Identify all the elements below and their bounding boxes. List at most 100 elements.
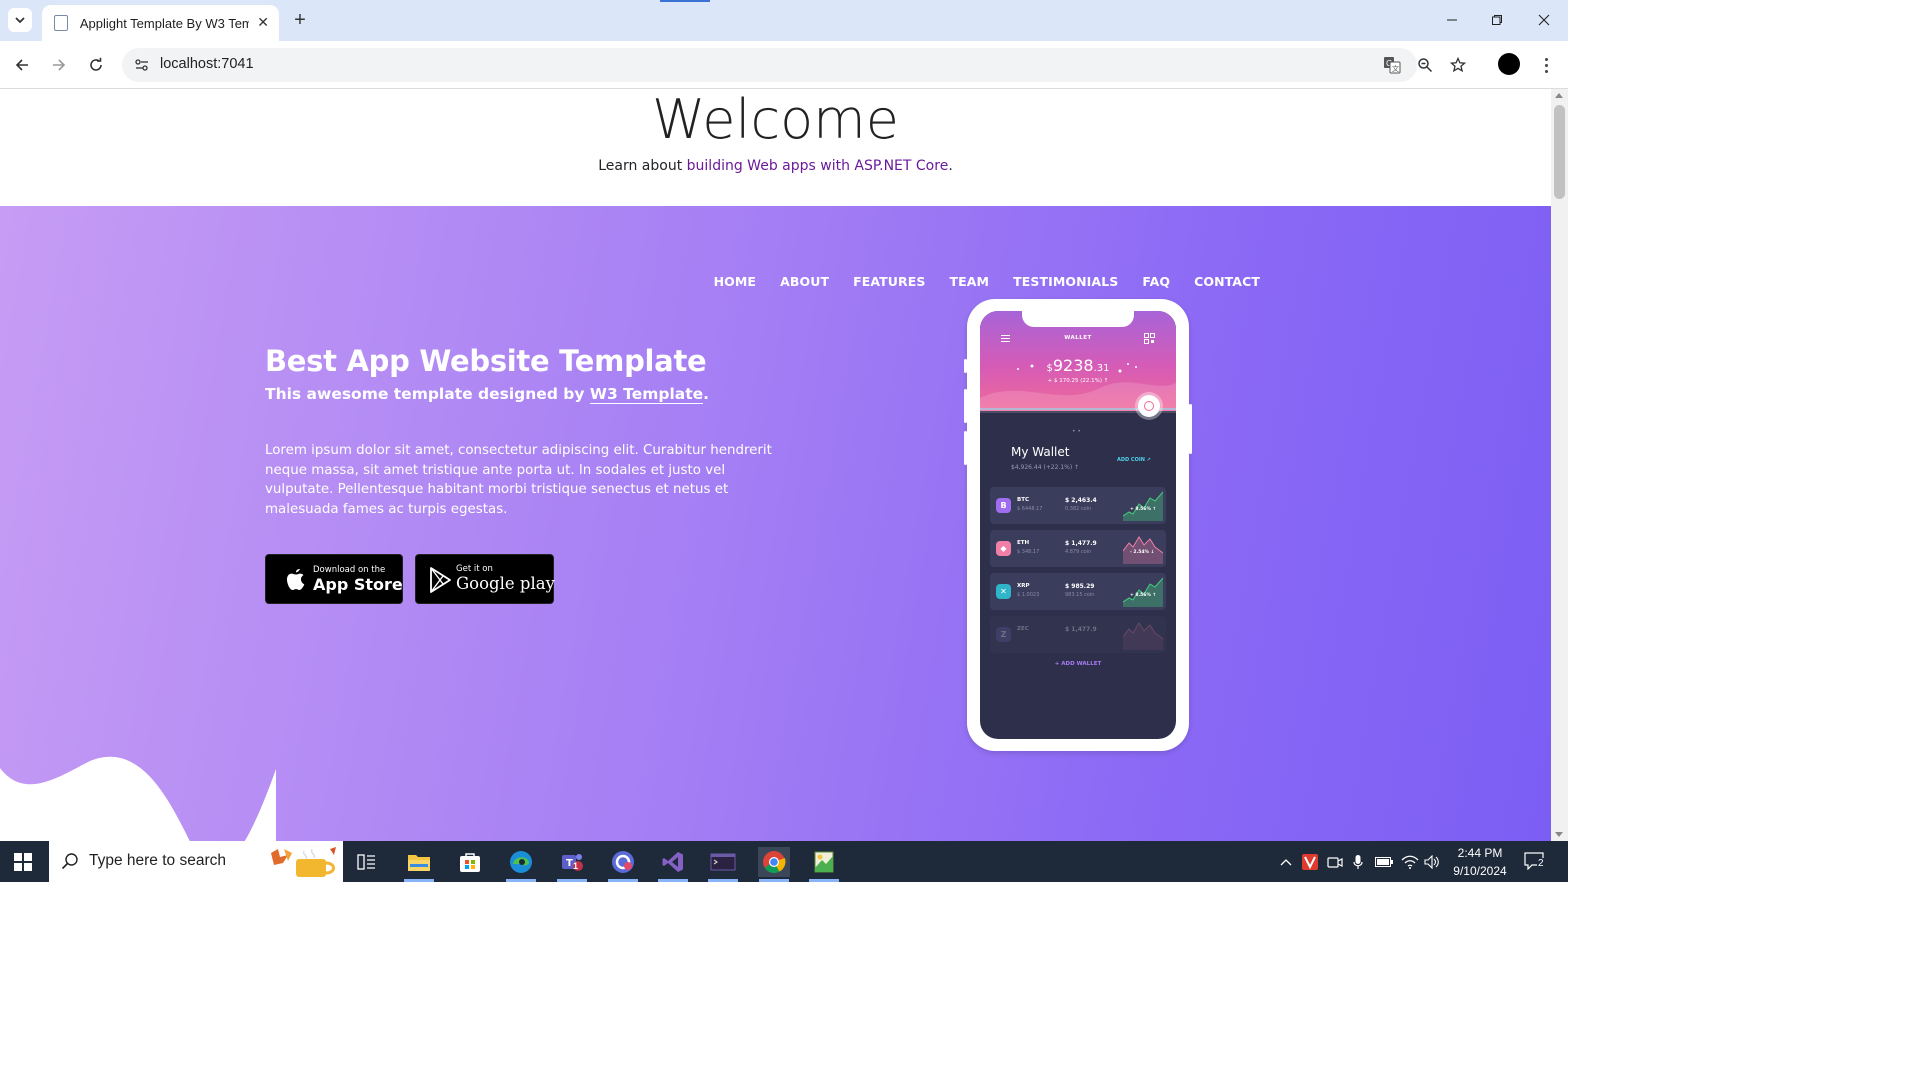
restore-button[interactable]	[1487, 10, 1507, 30]
scroll-thumb[interactable]	[1554, 105, 1565, 199]
tab-title: Applight Template By W3 Templates	[79, 15, 250, 31]
new-tab-button[interactable]: +	[288, 8, 312, 32]
clock-time: 2:44 PM	[1457, 846, 1503, 860]
nav-contact[interactable]: CONTACT	[1194, 274, 1260, 289]
page-title: Welcome	[651, 89, 899, 151]
browser-tab-active[interactable]: Applight Template By W3 Templates ✕	[42, 5, 279, 41]
microphone-icon[interactable]	[1350, 853, 1366, 871]
search-placeholder: Type here to search	[89, 852, 226, 869]
coin-row: ◆ ETH $ 348.17 $ 1,477.9 4.879 coin - 2.54% ↓	[990, 530, 1166, 567]
phone-button	[964, 359, 967, 373]
aspnet-docs-link[interactable]: building Web apps with ASP.NET Core	[687, 158, 949, 174]
running-indicator	[809, 879, 839, 882]
close-window-button[interactable]	[1534, 10, 1554, 30]
clock-date: 9/10/2024	[1453, 864, 1507, 878]
coin-amount: 0.382 coin	[1065, 506, 1092, 512]
nav-home[interactable]: HOME	[714, 274, 756, 289]
show-hidden-icons-chevron-icon[interactable]	[1278, 853, 1294, 871]
tab-search-button[interactable]	[8, 8, 32, 32]
meet-now-icon[interactable]	[1326, 853, 1344, 871]
arrow-left-icon	[15, 59, 28, 71]
coin-sparkline	[1123, 491, 1163, 521]
wifi-icon[interactable]	[1400, 853, 1420, 871]
hero-title: Best App Website Template	[265, 344, 707, 378]
apple-icon	[287, 568, 305, 590]
reload-button[interactable]	[84, 53, 108, 77]
phone-notch	[1022, 311, 1134, 327]
page-scrollbar[interactable]	[1551, 89, 1568, 841]
decorative-wave-shape	[0, 756, 276, 841]
chrome-icon[interactable]	[758, 847, 790, 877]
url-text: localhost:7041	[160, 56, 254, 72]
windows-taskbar: Type here to search T 1 2:44 PM 9/10/202…	[0, 841, 1568, 882]
google-play-small-text: Get it on	[456, 564, 493, 574]
add-wallet-link: + ADD WALLET	[1054, 661, 1102, 667]
taskbar-search-box[interactable]: Type here to search	[49, 841, 343, 882]
translate-icon[interactable]: G文	[1383, 56, 1401, 74]
system-clock[interactable]: 2:44 PM 9/10/2024	[1444, 844, 1516, 880]
site-info-icon[interactable]	[134, 57, 150, 73]
spreadsheet-app-icon[interactable]	[808, 847, 840, 877]
terminal-icon[interactable]	[707, 847, 739, 877]
coin-row: Z ZEC $ 1,477.9	[990, 616, 1166, 653]
windows-start-icon[interactable]	[14, 853, 32, 871]
visual-studio-icon[interactable]	[657, 847, 689, 877]
profile-avatar[interactable]	[1498, 53, 1520, 75]
play-store-icon	[430, 567, 451, 593]
svg-text:文: 文	[1392, 64, 1399, 73]
nav-team[interactable]: TEAM	[950, 274, 990, 289]
battery-icon[interactable]	[1374, 853, 1394, 871]
file-explorer-icon[interactable]	[403, 847, 435, 877]
chat-app-icon[interactable]	[607, 847, 639, 877]
bookmark-star-icon[interactable]	[1449, 56, 1467, 74]
coin-price: $ 6448.17	[1017, 506, 1043, 512]
hero-subtitle-prefix: This awesome template designed by	[265, 385, 590, 403]
w3-template-link[interactable]: W3 Template	[589, 385, 704, 404]
teams-icon[interactable]: T 1	[556, 847, 588, 877]
coin-sparkline	[1123, 577, 1163, 607]
arrow-right-icon	[53, 59, 66, 71]
coin-price: $ 1.0023	[1017, 592, 1040, 598]
app-store-button[interactable]: Download on the App Store	[265, 554, 403, 604]
address-bar[interactable]: localhost:7041 G文	[122, 48, 1466, 82]
notification-center-button[interactable]: 2	[1524, 852, 1548, 872]
minimize-icon	[1447, 19, 1457, 21]
google-play-button[interactable]: Get it on Google play	[415, 554, 555, 604]
coin-icon: ✕	[996, 584, 1011, 599]
restore-icon	[1492, 15, 1502, 25]
running-indicator	[708, 879, 738, 882]
browser-menu-button[interactable]	[1538, 53, 1554, 77]
running-indicator	[506, 879, 536, 882]
task-view-icon[interactable]	[351, 847, 383, 877]
minimize-button[interactable]	[1442, 10, 1462, 30]
edge-browser-icon[interactable]	[505, 847, 537, 877]
zoom-icon[interactable]	[1416, 56, 1434, 74]
hero-body-text: Lorem ipsum dolor sit amet, consectetur …	[265, 443, 772, 517]
back-button[interactable]	[10, 53, 34, 77]
nav-about[interactable]: ABOUT	[780, 274, 829, 289]
nav-features[interactable]: FEATURES	[853, 274, 925, 289]
volume-icon[interactable]	[1423, 853, 1441, 871]
forward-button[interactable]	[47, 53, 71, 77]
microsoft-store-icon[interactable]	[454, 847, 486, 877]
coin-value: $ 1,477.9	[1065, 540, 1097, 547]
coin-value: $ 985.29	[1065, 583, 1095, 590]
scroll-down-arrow-icon[interactable]	[1555, 832, 1563, 837]
coin-name: XRP	[1017, 583, 1030, 589]
app-store-label: App Store	[313, 575, 403, 594]
tab-close-icon[interactable]: ✕	[257, 15, 269, 31]
coin-amount: 983.15 coin	[1065, 592, 1095, 598]
coin-amount: 4.879 coin	[1065, 549, 1092, 555]
coin-change: + 8.56% ↑	[1130, 593, 1157, 598]
screen: Applight Template By W3 Templates ✕ + lo…	[0, 0, 1568, 882]
my-wallet-total: $4,926.44 (+22.1%) ↑	[1011, 464, 1080, 471]
nav-faq[interactable]: FAQ	[1142, 274, 1170, 289]
scroll-up-arrow-icon[interactable]	[1555, 93, 1563, 98]
coin-row: B BTC $ 6448.17 $ 2,463.4 0.382 coin + 8.56% …	[990, 487, 1166, 524]
welcome-text: Learn about building Web apps with ASP.N…	[0, 158, 1551, 174]
antivirus-tray-icon[interactable]	[1300, 853, 1320, 871]
page-viewport: Welcome Learn about building Web apps wi…	[0, 89, 1551, 841]
nav-testimonials[interactable]: TESTIMONIALS	[1013, 274, 1118, 289]
phone-button	[964, 431, 967, 465]
coin-icon: Z	[996, 627, 1011, 642]
